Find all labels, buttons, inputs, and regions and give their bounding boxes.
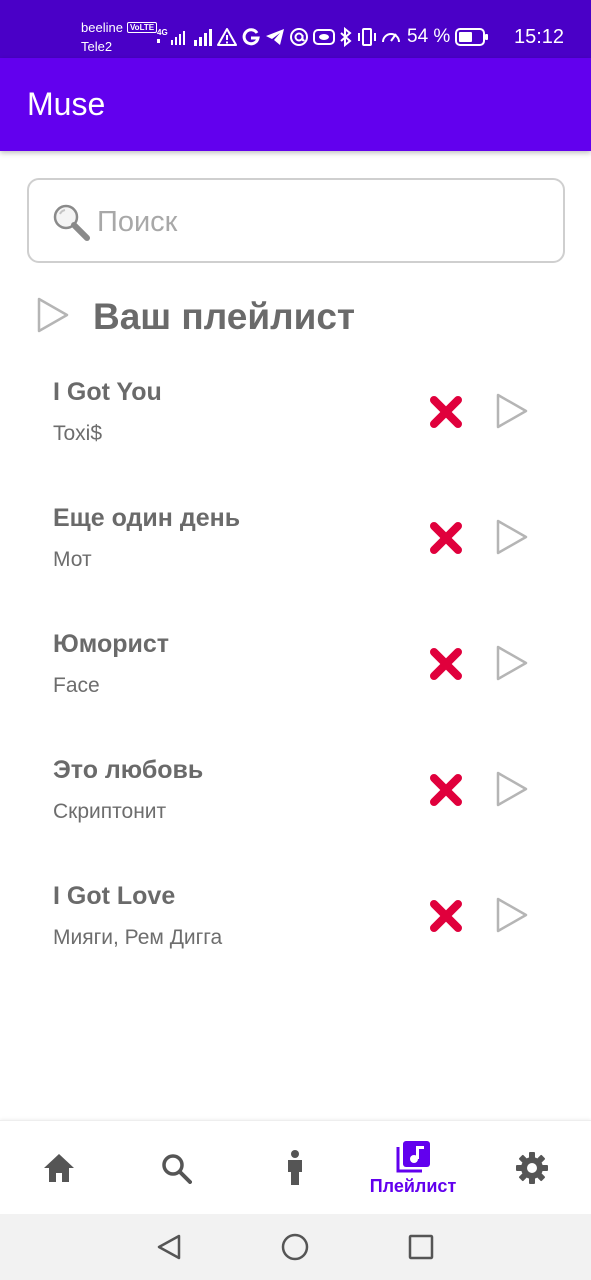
play-icon (496, 897, 528, 933)
close-icon (430, 648, 462, 680)
carrier-info: beeline VoLTE Tele2 (81, 18, 158, 56)
track-artist: Face (53, 674, 100, 697)
nav-item-search[interactable] (141, 1121, 211, 1215)
remove-track-button[interactable] (426, 392, 466, 432)
track-artist: Мияги, Рем Дигга (53, 926, 223, 949)
clock: 15:12 (514, 26, 565, 48)
track-row[interactable]: Юморист Face (0, 622, 591, 748)
home-button[interactable] (280, 1232, 310, 1262)
close-icon (430, 522, 462, 554)
track-artist: Toxi$ (53, 422, 103, 445)
at-icon (289, 25, 309, 49)
playlist-title: Ваш плейлист (93, 296, 356, 337)
search-icon (162, 1154, 192, 1184)
bottom-nav: Плейлист (0, 1120, 591, 1214)
play-track-button[interactable] (492, 642, 532, 684)
back-icon (157, 1234, 181, 1260)
nav-label-playlist: Плейлист (369, 1175, 457, 1196)
track-title: Это любовь (53, 756, 204, 784)
play-icon (496, 645, 528, 681)
recents-button[interactable] (406, 1232, 436, 1262)
track-artist: Скриптонит (53, 800, 167, 823)
track-title: I Got Love (53, 882, 176, 910)
track-row[interactable]: I Got You Toxi$ (0, 370, 591, 496)
remove-track-button[interactable] (426, 770, 466, 810)
signal-icon: 4G (157, 25, 189, 49)
remove-track-button[interactable] (426, 518, 466, 558)
telegram-icon (265, 25, 285, 49)
track-title: Юморист (53, 630, 170, 658)
volte-badge: VoLTE (126, 22, 158, 33)
play-track-button[interactable] (492, 390, 532, 432)
track-row[interactable]: I Got Love Мияги, Рем Дигга (0, 874, 591, 1000)
home-icon (44, 1154, 74, 1182)
track-title: I Got You (53, 378, 162, 406)
recents-icon (408, 1234, 434, 1260)
bluetooth-icon (339, 25, 353, 49)
google-icon (241, 25, 261, 49)
remove-track-button[interactable] (426, 644, 466, 684)
track-list: I Got You Toxi$ Еще один день Мот Юморис… (0, 370, 591, 1000)
playlist-header: Ваш плейлист (36, 296, 556, 342)
nav-item-settings[interactable] (497, 1121, 567, 1215)
play-icon (496, 519, 528, 555)
track-title: Еще один день (53, 504, 241, 532)
play-track-button[interactable] (492, 768, 532, 810)
close-icon (430, 774, 462, 806)
signal-icon (193, 25, 213, 49)
carrier-1-label: beeline (81, 20, 123, 35)
carrier-2-label: Tele2 (81, 39, 113, 54)
search-icon (51, 202, 91, 247)
nav-item-home[interactable] (24, 1121, 94, 1215)
play-track-button[interactable] (492, 516, 532, 558)
track-row[interactable]: Это любовь Скриптонит (0, 748, 591, 874)
speed-icon (381, 25, 401, 49)
nav-item-profile[interactable] (260, 1121, 330, 1215)
home-circle-icon (281, 1233, 309, 1261)
play-icon (496, 771, 528, 807)
play-icon (496, 393, 528, 429)
close-icon (430, 396, 462, 428)
status-bar: beeline VoLTE Tele2 4G 54 % 15:12 (0, 0, 591, 58)
track-artist: Мот (53, 548, 92, 571)
battery-percent: 54 % (407, 26, 451, 47)
remove-track-button[interactable] (426, 896, 466, 936)
person-icon (288, 1150, 302, 1185)
app-title: Muse (27, 86, 106, 122)
svg-text:4G: 4G (157, 28, 168, 37)
close-icon (430, 900, 462, 932)
system-nav (0, 1214, 591, 1280)
search-box[interactable] (27, 178, 565, 263)
playlist-icon (396, 1140, 430, 1172)
battery-icon (455, 25, 489, 49)
play-icon[interactable] (36, 296, 70, 339)
status-icons: 4G 54 % (157, 24, 493, 50)
cast-icon (313, 25, 335, 49)
play-track-button[interactable] (492, 894, 532, 936)
nav-item-playlist[interactable]: Плейлист (353, 1121, 473, 1215)
app-bar: Muse (0, 58, 591, 151)
vibrate-icon (357, 25, 377, 49)
back-button[interactable] (154, 1232, 184, 1262)
search-input[interactable] (97, 200, 537, 244)
settings-icon (516, 1152, 548, 1184)
warning-icon (217, 25, 237, 49)
track-row[interactable]: Еще один день Мот (0, 496, 591, 622)
